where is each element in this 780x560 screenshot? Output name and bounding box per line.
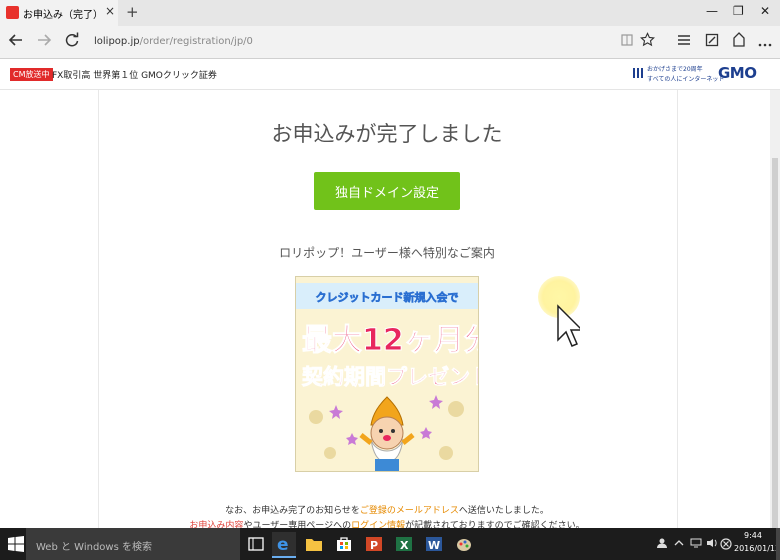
more-menu-icon[interactable] [758,36,772,52]
edge-browser-icon[interactable]: e [272,532,296,558]
dwarf-mascot-icon [359,396,415,471]
excel-icon[interactable]: X [392,532,416,556]
reading-view-icon[interactable] [620,33,634,51]
svg-text:P: P [370,539,378,552]
address-path: /order/registration/jp/0 [139,36,253,47]
cm-badge: CM放送中 [10,68,53,81]
tray-people-icon[interactable] [656,538,668,551]
task-view-icon[interactable] [244,532,268,556]
registered-email-link[interactable]: ご登録のメールアドレス [360,506,459,516]
tab-title: お申込み（完了）| お申 [23,10,103,21]
banner-line-2: 最大12ヶ月分 [302,323,479,359]
powerpoint-icon[interactable]: P [362,532,386,556]
show-desktop-button[interactable] [776,528,780,560]
banner-line-3: 契約期間プレゼント [302,365,479,390]
tray-chevron-icon[interactable] [674,538,684,551]
mail-sent-notice: なお、お申込み完了のお知らせをご登録のメールアドレスへ送信いたしました。 [98,503,676,516]
scrollbar-thumb[interactable] [772,158,778,528]
new-tab-button[interactable]: + [126,3,139,21]
file-explorer-icon[interactable] [302,532,326,556]
clock-time[interactable]: 9:44 [744,531,762,540]
network-icon[interactable] [690,538,702,551]
ad-text[interactable]: FX取引高 世界第１位 GMOクリック証券 [52,68,217,81]
forward-arrow-icon[interactable] [36,32,52,52]
favorite-star-icon[interactable] [640,32,655,51]
store-icon[interactable] [332,532,356,556]
back-arrow-icon[interactable] [8,32,24,52]
minimize-button[interactable]: — [706,4,718,18]
svg-text:e: e [277,535,289,553]
svg-text:X: X [400,539,409,552]
word-icon[interactable]: W [422,532,446,556]
web-note-icon[interactable] [705,33,719,51]
hub-icon[interactable] [677,33,691,51]
restore-button[interactable]: ❐ [733,4,744,18]
tab-close-icon[interactable]: × [105,4,115,18]
mail-notice-before: なお、お申込み完了のお知らせを [225,506,360,516]
gmo-tagline-bottom: すべての人にインターネット [647,76,725,83]
refresh-icon[interactable] [64,32,80,52]
volume-icon[interactable] [706,538,718,551]
address-bar[interactable]: lolipop.jp/order/registration/jp/0 [94,36,253,47]
share-icon[interactable] [732,32,746,51]
clock-date[interactable]: 2016/01/13 [734,544,780,553]
svg-text:W: W [428,539,440,552]
paint-app-icon[interactable] [452,532,476,556]
address-domain: lolipop.jp [94,36,140,47]
taskbar-search-placeholder: Web と Windows を検索 [36,542,152,553]
gmo-grid-icon [633,68,643,78]
gmo-logo[interactable]: GMO [718,64,757,82]
lolipop-favicon-icon [6,6,19,19]
close-window-button[interactable]: ✕ [760,4,770,18]
mouse-cursor-icon [557,304,580,347]
page-title: お申込みが完了しました [271,122,503,146]
mail-notice-after: へ送信いたしました。 [458,506,549,516]
credit-card-promo-banner[interactable]: クレジットカード新規入会で 最大12ヶ月分 契約期間プレゼント [295,276,479,472]
gmo-tagline-top: おかげさまで20周年 [647,66,703,73]
ime-icon[interactable] [720,538,732,553]
domain-settings-button[interactable]: 独自ドメイン設定 [314,172,460,210]
special-notice: ロリポップ！ユーザー様へ特別なご案内 [279,246,495,260]
windows-start-icon[interactable] [8,536,24,552]
banner-line-1: クレジットカード新規入会で [315,291,459,305]
